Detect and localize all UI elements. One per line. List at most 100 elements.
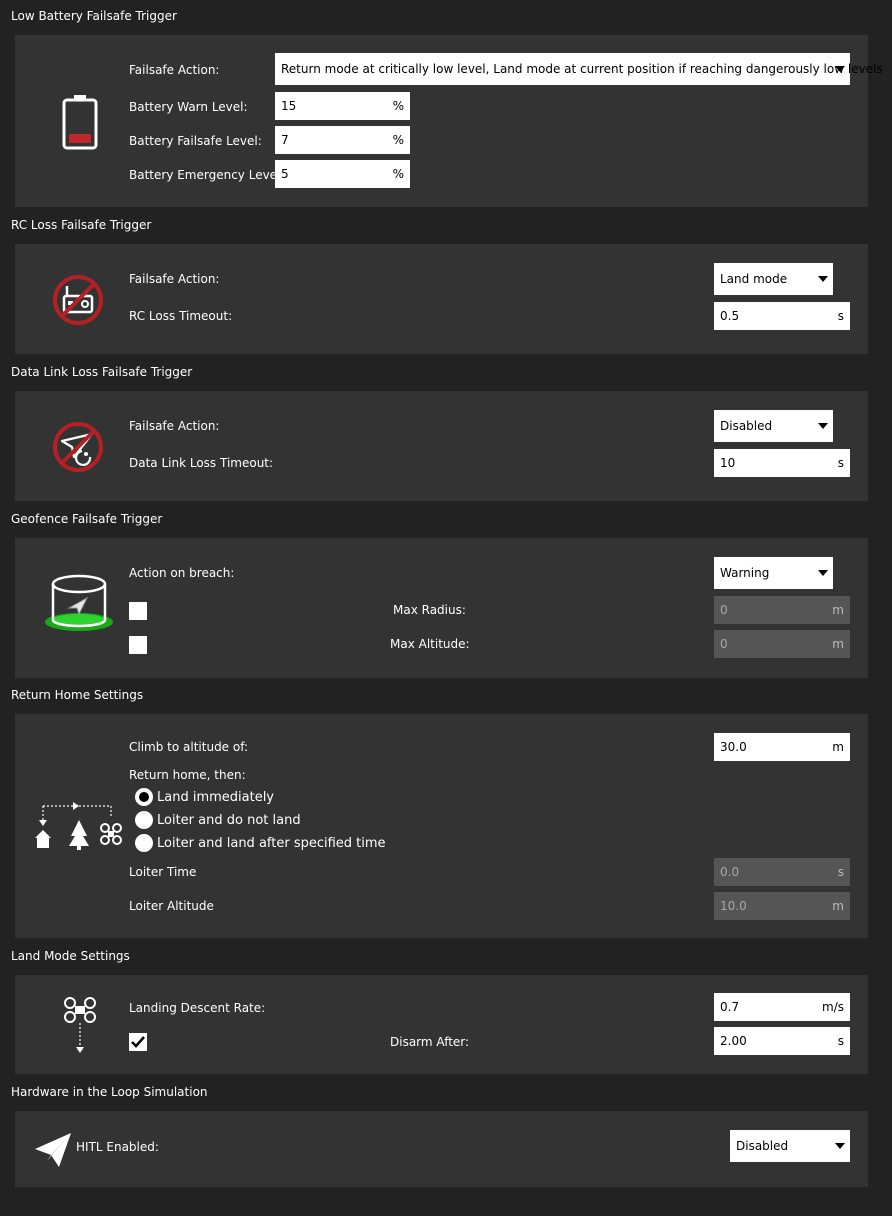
rc-loss-timeout-value: 0.5: [720, 309, 740, 323]
battery-warn-level-label: Battery Warn Level:: [129, 100, 248, 114]
landing-descent-rate-field[interactable]: 0.7 m/s: [714, 993, 850, 1021]
loiter-land-after-time-radio[interactable]: [135, 834, 153, 852]
return-home-then-label: Return home, then:: [129, 768, 246, 782]
loiter-altitude-field[interactable]: 10.0 m: [714, 892, 850, 920]
rc-loss-section-title: RC Loss Failsafe Trigger: [11, 218, 152, 232]
seconds-unit: s: [837, 1034, 844, 1048]
datalink-section-title: Data Link Loss Failsafe Trigger: [11, 365, 193, 379]
rc-loss-failsafe-action-label: Failsafe Action:: [129, 272, 220, 286]
geofence-action-select[interactable]: Warning: [714, 557, 833, 589]
percent-unit: %: [392, 99, 404, 113]
geofence-action-value: Warning: [720, 566, 770, 580]
climb-altitude-field[interactable]: 30.0 m: [714, 733, 850, 761]
battery-warn-level-field[interactable]: 15 %: [275, 92, 410, 120]
hitl-section-title: Hardware in the Loop Simulation: [11, 1085, 208, 1099]
meters-unit: m: [832, 740, 844, 754]
rc-loss-timeout-label: RC Loss Timeout:: [129, 309, 233, 323]
battery-section-title: Low Battery Failsafe Trigger: [11, 9, 177, 23]
loiter-altitude-label: Loiter Altitude: [129, 899, 214, 913]
loiter-land-after-time-label: Loiter and land after specified time: [157, 836, 386, 851]
datalink-timeout-label: Data Link Loss Timeout:: [129, 456, 274, 470]
land-panel: Landing Descent Rate: 0.7 m/s Disarm Aft…: [15, 975, 868, 1074]
percent-unit: %: [392, 167, 404, 181]
paper-plane-icon: [35, 1133, 71, 1167]
disarm-after-checkbox[interactable]: [129, 1033, 147, 1051]
battery-panel: Failsafe Action: Return mode at critical…: [15, 35, 883, 207]
loiter-time-label: Loiter Time: [129, 865, 197, 879]
rc-loss-icon: [53, 275, 103, 325]
meters-unit: m: [832, 899, 844, 913]
rc-loss-panel: Failsafe Action: Land mode RC Loss Timeo…: [15, 244, 868, 354]
chevron-down-icon: [818, 276, 828, 282]
landing-descent-rate-value: 0.7: [720, 1000, 740, 1014]
rc-loss-failsafe-action-value: Land mode: [720, 272, 788, 286]
battery-warn-level-value: 15: [281, 99, 297, 113]
land-mode-icon: [64, 997, 96, 1053]
loiter-no-land-label: Loiter and do not land: [157, 813, 301, 828]
loiter-no-land-radio[interactable]: [135, 811, 153, 829]
return-home-icon: [35, 802, 122, 850]
datalink-panel: Failsafe Action: Disabled Data Link Loss…: [15, 391, 868, 501]
checkmark-icon: [131, 1036, 145, 1048]
rc-loss-timeout-field[interactable]: 0.5 s: [714, 302, 850, 330]
land-immediately-label: Land immediately: [157, 790, 274, 805]
battery-failsafe-level-label: Battery Failsafe Level:: [129, 134, 262, 148]
meters-per-second-unit: m/s: [822, 1000, 844, 1014]
rc-loss-failsafe-action-select[interactable]: Land mode: [714, 263, 833, 295]
datalink-failsafe-action-label: Failsafe Action:: [129, 419, 220, 433]
max-radius-field[interactable]: 0 m: [714, 596, 850, 624]
meters-unit: m: [832, 603, 844, 617]
disarm-after-label: Disarm After:: [390, 1035, 470, 1049]
datalink-loss-icon: [53, 422, 103, 472]
land-immediately-radio[interactable]: [135, 788, 153, 806]
datalink-failsafe-action-select[interactable]: Disabled: [714, 410, 833, 442]
battery-failsafe-level-value: 7: [281, 133, 289, 147]
chevron-down-icon: [835, 1143, 845, 1149]
battery-emergency-level-field[interactable]: 5 %: [275, 160, 410, 188]
loiter-altitude-value: 10.0: [720, 899, 747, 913]
battery-failsafe-level-field[interactable]: 7 %: [275, 126, 410, 154]
disarm-after-value: 2.00: [720, 1034, 747, 1048]
hitl-enabled-select[interactable]: Disabled: [730, 1130, 850, 1162]
loiter-time-value: 0.0: [720, 865, 740, 879]
max-altitude-checkbox[interactable]: [129, 636, 147, 654]
geofence-icon: [45, 574, 113, 631]
datalink-failsafe-action-value: Disabled: [720, 419, 773, 433]
climb-altitude-label: Climb to altitude of:: [129, 740, 249, 754]
chevron-down-icon: [818, 570, 828, 576]
seconds-unit: s: [837, 865, 844, 879]
percent-unit: %: [392, 133, 404, 147]
battery-low-icon: [62, 95, 98, 150]
datalink-timeout-field[interactable]: 10 s: [714, 449, 850, 477]
loiter-time-field[interactable]: 0.0 s: [714, 858, 850, 886]
climb-altitude-value: 30.0: [720, 740, 747, 754]
max-radius-label: Max Radius:: [393, 603, 466, 617]
geofence-panel: Action on breach: Warning Max Radius: 0 …: [15, 538, 868, 678]
battery-failsafe-action-value: Return mode at critically low level, Lan…: [281, 62, 883, 76]
battery-emergency-level-value: 5: [281, 167, 289, 181]
hitl-panel: HITL Enabled: Disabled: [15, 1111, 868, 1187]
battery-failsafe-action-select[interactable]: Return mode at critically low level, Lan…: [275, 53, 883, 85]
geofence-section-title: Geofence Failsafe Trigger: [11, 512, 163, 526]
hitl-enabled-value: Disabled: [736, 1139, 789, 1153]
max-altitude-field[interactable]: 0 m: [714, 630, 850, 658]
max-radius-value: 0: [720, 603, 728, 617]
land-section-title: Land Mode Settings: [11, 949, 130, 963]
max-altitude-value: 0: [720, 637, 728, 651]
rth-section-title: Return Home Settings: [11, 688, 144, 702]
max-radius-checkbox[interactable]: [129, 602, 147, 620]
battery-emergency-level-label: Battery Emergency Level:: [129, 168, 285, 182]
max-altitude-label: Max Altitude:: [390, 637, 470, 651]
landing-descent-rate-label: Landing Descent Rate:: [129, 1001, 266, 1015]
hitl-enabled-label: HITL Enabled:: [76, 1140, 159, 1154]
battery-failsafe-action-label: Failsafe Action:: [129, 63, 220, 77]
geofence-action-label: Action on breach:: [129, 566, 235, 580]
meters-unit: m: [832, 637, 844, 651]
rth-panel: Climb to altitude of: 30.0 m Return home…: [15, 714, 868, 938]
seconds-unit: s: [837, 456, 844, 470]
datalink-timeout-value: 10: [720, 456, 736, 470]
disarm-after-field[interactable]: 2.00 s: [714, 1027, 850, 1055]
seconds-unit: s: [837, 309, 844, 323]
chevron-down-icon: [818, 423, 828, 429]
chevron-down-icon: [835, 66, 845, 72]
